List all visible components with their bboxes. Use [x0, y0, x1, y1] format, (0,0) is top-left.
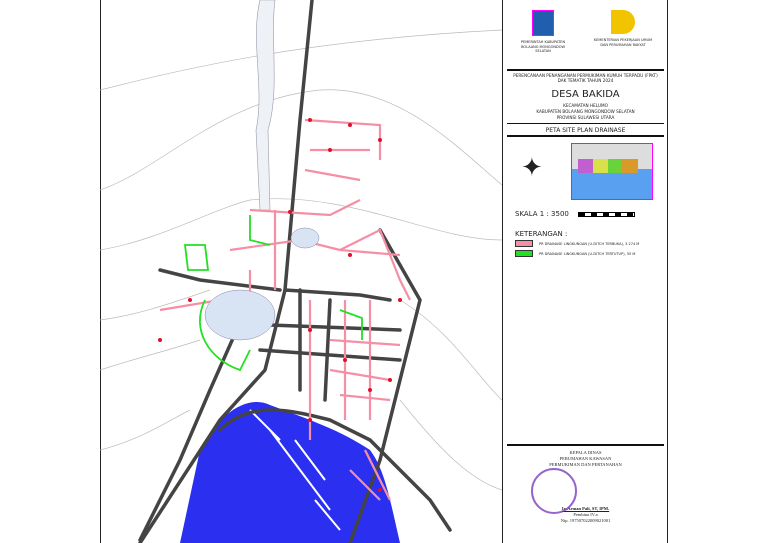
legend-item-open: PR DRAINASE LINGKUNGAN (U-DITCH TERBUKA)… [515, 240, 639, 247]
signature-block: KEPALA DINAS PERUMAHAN KAWASAN PERMUKIMA… [503, 450, 668, 524]
title-block: PEMERINTAH KABUPATEN BOLAANG MONGONDOW S… [502, 0, 668, 543]
regency: KABUPATEN BOLAANG MONGONDOW SELATAN [536, 109, 635, 114]
north-arrow-icon: ✦ [521, 153, 543, 183]
pupr-emblem-icon [611, 10, 635, 34]
sea [180, 402, 400, 543]
province: PROVINSI SULAWESI UTARA [556, 115, 615, 120]
river [255, 0, 276, 211]
village-title: DESA BAKIDA [551, 89, 620, 100]
legend-item-closed: PR DRAINASE LINGKUNGAN (U-DITCH TERTUTUP… [515, 250, 635, 257]
regency-logo-caption: PEMERINTAH KABUPATEN BOLAANG MONGONDOW S… [520, 40, 566, 53]
legend-swatch [515, 250, 533, 257]
scale-bar [578, 212, 635, 217]
legend-label: PR DRAINASE LINGKUNGAN (U-DITCH TERBUKA)… [539, 241, 640, 246]
regency-emblem-icon [532, 10, 554, 36]
program-title: PERENCANAAN PENANGANAN PERMUKIMAN KUMUH … [513, 73, 658, 83]
scale-label: SKALA 1 : 3500 [515, 210, 569, 218]
signatory-nip: Nip. 197507022009021001 [560, 518, 611, 523]
official-stamp [531, 468, 577, 514]
district: KECAMATAN HELUMO [563, 103, 608, 108]
site-plan-map [100, 0, 502, 543]
map-title: PETA SITE PLAN DRAINASE [545, 127, 626, 134]
legend-label: PR DRAINASE LINGKUNGAN (U-DITCH TERTUTUP… [539, 251, 636, 256]
regency-logo: PEMERINTAH KABUPATEN BOLAANG MONGONDOW S… [513, 10, 573, 54]
ministry-logo: KEMENTERIAN PEKERJAAN UMUM DAN PERUMAHAN… [593, 10, 653, 47]
legend-swatch [515, 240, 533, 247]
legend-heading: KETERANGAN : [515, 230, 568, 238]
ministry-logo-caption: KEMENTERIAN PEKERJAAN UMUM DAN PERUMAHAN… [593, 38, 653, 47]
location-inset-map [571, 143, 653, 200]
